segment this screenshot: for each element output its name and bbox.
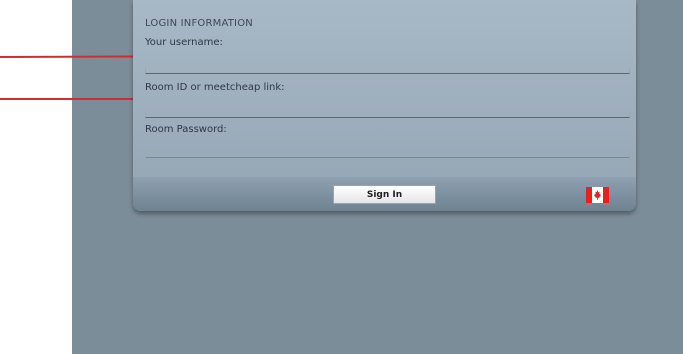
sign-in-button[interactable]: Sign In xyxy=(333,185,436,204)
login-heading: LOGIN INFORMATION xyxy=(145,18,253,29)
room-id-label: Room ID or meetcheap link: xyxy=(145,82,285,93)
login-panel: LOGIN INFORMATION Your username: Room ID… xyxy=(133,0,636,211)
room-password-input[interactable] xyxy=(145,152,630,158)
room-password-label: Room Password: xyxy=(145,124,227,135)
username-label: Your username: xyxy=(145,37,223,48)
username-input[interactable] xyxy=(145,68,630,74)
canada-flag-icon[interactable] xyxy=(586,187,609,203)
room-id-input[interactable] xyxy=(145,112,630,118)
